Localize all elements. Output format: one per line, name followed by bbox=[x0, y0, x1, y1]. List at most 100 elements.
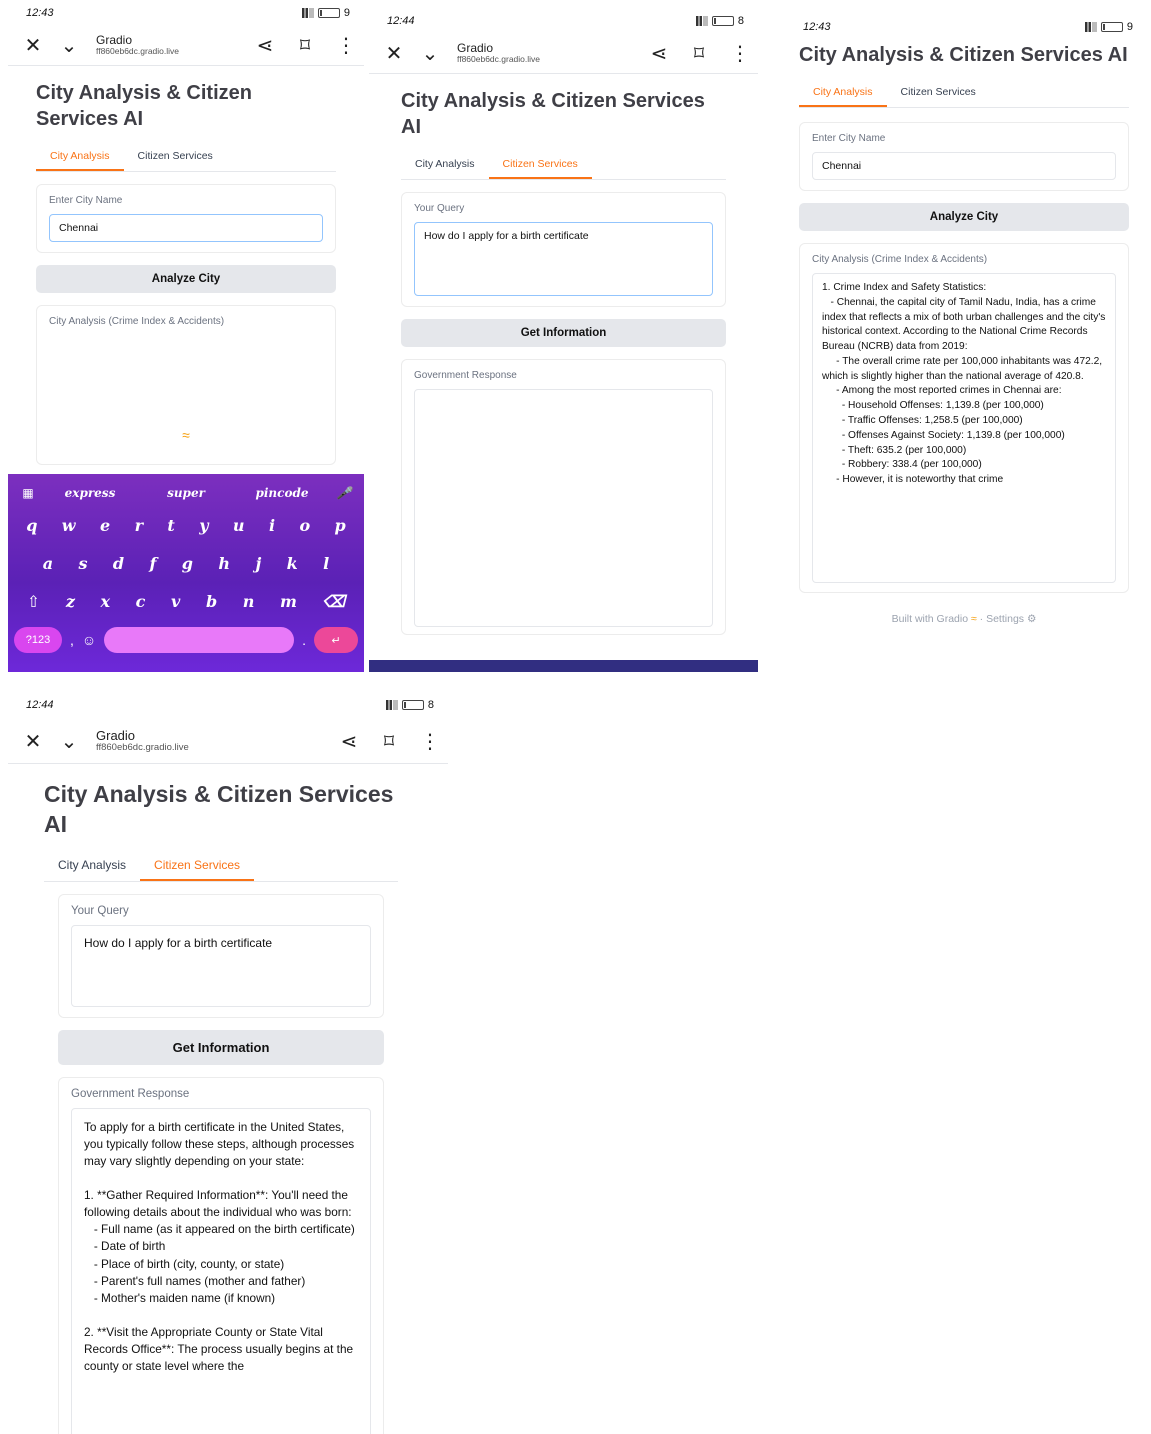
backspace-icon[interactable]: ⌫ bbox=[323, 592, 346, 611]
built-with-gradio-link[interactable]: Built with Gradio bbox=[892, 613, 968, 625]
battery-icon bbox=[1100, 22, 1123, 32]
key-z[interactable]: z bbox=[66, 592, 75, 611]
chevron-down-icon[interactable]: ⌄ bbox=[60, 36, 78, 56]
key-c[interactable]: c bbox=[136, 592, 146, 611]
query-panel: Your Query How do I apply for a birth ce… bbox=[401, 192, 726, 307]
comma-key[interactable]: , bbox=[70, 632, 74, 648]
key-p[interactable]: p bbox=[335, 516, 346, 535]
emoji-icon[interactable]: ☺ bbox=[82, 632, 96, 648]
key-a[interactable]: a bbox=[43, 554, 53, 573]
page-title: City Analysis & Citizen Services AI bbox=[44, 781, 394, 837]
analyze-city-button[interactable]: Analyze City bbox=[36, 265, 336, 293]
chevron-down-icon[interactable]: ⌄ bbox=[60, 732, 78, 752]
bookmark-icon[interactable]: ⌑ bbox=[690, 44, 708, 64]
suggestion[interactable]: super bbox=[138, 486, 234, 500]
microphone-icon[interactable]: 🎤 bbox=[330, 486, 358, 500]
share-icon[interactable]: ⋖ bbox=[340, 732, 358, 752]
loading-icon: ≈ bbox=[182, 427, 190, 443]
key-s[interactable]: s bbox=[78, 554, 87, 573]
key-u[interactable]: u bbox=[233, 516, 245, 535]
shift-key-icon[interactable]: ⇧ bbox=[27, 592, 40, 611]
share-icon[interactable]: ⋖ bbox=[650, 44, 668, 64]
city-input-panel: Enter City Name Chennai bbox=[799, 122, 1129, 191]
space-bar[interactable] bbox=[104, 627, 295, 653]
period-key[interactable]: . bbox=[302, 632, 306, 648]
close-icon[interactable]: ✕ bbox=[385, 44, 403, 64]
city-output-text[interactable]: 1. Crime Index and Safety Statistics: - … bbox=[812, 273, 1116, 583]
signal-icon bbox=[385, 700, 398, 710]
query-label: Your Query bbox=[414, 203, 465, 214]
suggestion[interactable]: express bbox=[42, 486, 138, 500]
tab-city-analysis[interactable]: City Analysis bbox=[401, 152, 489, 179]
page-title: City Analysis & Citizen Services AI bbox=[36, 82, 252, 130]
tab-citizen-services[interactable]: Citizen Services bbox=[140, 852, 255, 881]
bookmark-icon[interactable]: ⌑ bbox=[296, 36, 314, 56]
key-y[interactable]: y bbox=[199, 516, 208, 535]
symbols-key[interactable]: ?123 bbox=[14, 627, 62, 653]
bookmark-icon[interactable]: ⌑ bbox=[380, 732, 398, 752]
share-icon[interactable]: ⋖ bbox=[256, 36, 274, 56]
settings-link[interactable]: Settings bbox=[986, 613, 1024, 625]
more-icon[interactable]: ⋮ bbox=[420, 732, 440, 752]
chevron-down-icon[interactable]: ⌄ bbox=[421, 44, 439, 64]
city-input[interactable]: Chennai bbox=[49, 214, 323, 242]
tab-citizen-services[interactable]: Citizen Services bbox=[887, 80, 990, 107]
key-i[interactable]: i bbox=[269, 516, 275, 535]
response-text[interactable]: To apply for a birth certificate in the … bbox=[71, 1107, 371, 1434]
more-icon[interactable]: ⋮ bbox=[336, 36, 356, 56]
tab-city-analysis[interactable]: City Analysis bbox=[36, 144, 124, 171]
battery-level: 9 bbox=[343, 7, 350, 19]
key-v[interactable]: v bbox=[171, 592, 180, 611]
key-m[interactable]: m bbox=[280, 592, 297, 611]
key-f[interactable]: f bbox=[150, 554, 157, 573]
close-icon[interactable]: ✕ bbox=[24, 732, 42, 752]
gradio-footer: Built with Gradio ≈ · Settings ⚙ bbox=[891, 613, 1037, 625]
get-information-button[interactable]: Get Information bbox=[401, 319, 726, 347]
city-output-panel: City Analysis (Crime Index & Accidents) … bbox=[36, 305, 336, 465]
query-textarea[interactable]: How do I apply for a birth certificate bbox=[414, 222, 713, 296]
signal-icon bbox=[301, 8, 314, 18]
key-w[interactable]: w bbox=[62, 516, 76, 535]
key-t[interactable]: t bbox=[167, 516, 174, 535]
enter-key-icon[interactable]: ↵ bbox=[314, 627, 358, 653]
key-l[interactable]: l bbox=[323, 554, 329, 573]
key-h[interactable]: h bbox=[218, 554, 230, 573]
key-g[interactable]: g bbox=[182, 554, 193, 573]
apps-grid-icon[interactable]: ▦ bbox=[14, 486, 42, 500]
signal-icon bbox=[1084, 22, 1097, 32]
query-textarea[interactable]: How do I apply for a birth certificate bbox=[71, 924, 371, 1007]
key-o[interactable]: o bbox=[299, 516, 310, 535]
tab-citizen-services[interactable]: Citizen Services bbox=[488, 152, 592, 179]
tab-bar: City Analysis Citizen Services bbox=[44, 852, 398, 882]
key-q[interactable]: q bbox=[26, 516, 37, 535]
tab-city-analysis[interactable]: City Analysis bbox=[44, 852, 140, 881]
key-d[interactable]: d bbox=[113, 554, 124, 573]
more-icon[interactable]: ⋮ bbox=[730, 44, 750, 64]
status-bar: 12:43 9 bbox=[8, 0, 364, 26]
battery-level: 8 bbox=[737, 15, 744, 27]
key-x[interactable]: x bbox=[101, 592, 111, 611]
browser-title: Gradio bbox=[96, 728, 136, 744]
key-r[interactable]: r bbox=[135, 516, 143, 535]
analyze-city-button[interactable]: Analyze City bbox=[799, 203, 1129, 231]
tab-city-analysis[interactable]: City Analysis bbox=[799, 80, 887, 107]
tab-bar: City Analysis Citizen Services bbox=[36, 144, 336, 172]
browser-url: ff860eb6dc.gradio.live bbox=[457, 54, 541, 65]
city-input[interactable]: Chennai bbox=[812, 152, 1116, 180]
key-k[interactable]: k bbox=[287, 554, 298, 573]
get-information-button[interactable]: Get Information bbox=[58, 1029, 384, 1065]
response-textarea[interactable] bbox=[414, 389, 713, 627]
browser-toolbar: ✕ ⌄ Gradio ff860eb6dc.gradio.live ⋖ ⌑ ⋮ bbox=[8, 720, 448, 764]
key-b[interactable]: b bbox=[206, 592, 217, 611]
key-e[interactable]: e bbox=[100, 516, 110, 535]
status-bar: 12:44 8 bbox=[369, 8, 758, 34]
suggestion[interactable]: pincode bbox=[234, 486, 330, 500]
city-output-panel: City Analysis (Crime Index & Accidents) … bbox=[799, 243, 1129, 593]
tab-citizen-services[interactable]: Citizen Services bbox=[124, 144, 227, 171]
key-n[interactable]: n bbox=[243, 592, 255, 611]
keyboard-bottom-row: ?123 , ☺ . ↵ bbox=[14, 620, 358, 660]
browser-toolbar: ✕ ⌄ Gradio ff860eb6dc.gradio.live ⋖ ⌑ ⋮ bbox=[369, 34, 758, 74]
key-j[interactable]: j bbox=[255, 554, 261, 573]
query-label: Your Query bbox=[71, 904, 129, 917]
close-icon[interactable]: ✕ bbox=[24, 36, 42, 56]
